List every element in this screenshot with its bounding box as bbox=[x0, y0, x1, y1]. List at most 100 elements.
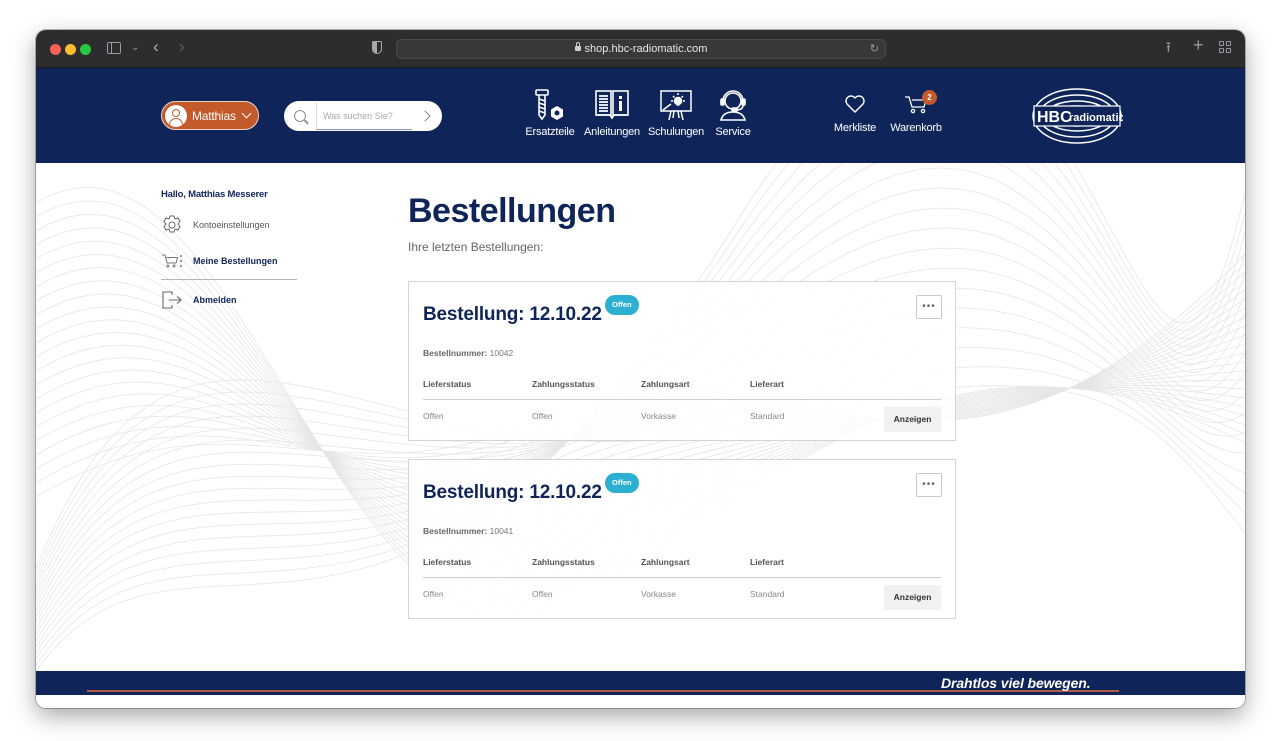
zoom-window-button[interactable] bbox=[80, 44, 91, 55]
footer-slogan: Drahtlos viel bewegen. bbox=[941, 675, 1091, 691]
more-options-button[interactable]: ••• bbox=[916, 295, 942, 319]
nav-anleitungen[interactable]: Anleitungen bbox=[583, 86, 641, 138]
table-header: Lieferstatus Zahlungsstatus Zahlungsart … bbox=[423, 557, 941, 578]
svg-text:HBC: HBC bbox=[1037, 109, 1072, 126]
sidebar-item-abmelden[interactable]: Abmelden bbox=[161, 282, 297, 318]
order-number-label: Bestellnummer: bbox=[423, 526, 488, 536]
search-input[interactable] bbox=[316, 102, 412, 130]
order-number-value: 10041 bbox=[489, 526, 514, 536]
address-bar[interactable]: shop.hbc-radiomatic.com ↻ bbox=[396, 39, 886, 59]
greeting-text: Hallo, Matthias Messerer bbox=[161, 189, 268, 200]
column-header: Lieferstatus bbox=[423, 557, 472, 567]
footer-bottom-strip bbox=[36, 695, 1245, 708]
sidebar-icon[interactable] bbox=[107, 42, 121, 54]
table-cell: Offen bbox=[423, 589, 444, 599]
order-number-value: 10042 bbox=[489, 348, 514, 358]
nav-label: Anleitungen bbox=[584, 126, 640, 138]
column-header: Zahlungsstatus bbox=[532, 379, 595, 389]
nav-schulungen[interactable]: Schulungen bbox=[648, 86, 704, 138]
order-card: Bestellung: 12.10.22 Offen ••• Bestellnu… bbox=[408, 281, 956, 441]
search-submit-icon[interactable] bbox=[419, 110, 431, 122]
order-title: Bestellung: 12.10.22 bbox=[423, 482, 602, 503]
logout-icon bbox=[161, 290, 183, 310]
nav-label: Warenkorb bbox=[890, 122, 942, 134]
column-header: Zahlungsart bbox=[641, 379, 690, 389]
share-icon[interactable]: ⭱ bbox=[1166, 40, 1171, 54]
chevron-down-icon bbox=[241, 108, 252, 119]
table-cell: Offen bbox=[532, 589, 553, 599]
order-title: Bestellung: 12.10.22 bbox=[423, 304, 602, 325]
user-icon bbox=[165, 104, 187, 127]
cart-icon: 2 bbox=[888, 88, 944, 120]
close-window-button[interactable] bbox=[50, 44, 61, 55]
headset-support-icon bbox=[710, 86, 756, 124]
status-badge: Offen bbox=[605, 473, 639, 493]
column-header: Lieferart bbox=[750, 557, 785, 567]
reload-icon[interactable]: ↻ bbox=[870, 40, 879, 58]
sidebar-item-label: Kontoeinstellungen bbox=[193, 220, 270, 230]
nav-warenkorb[interactable]: 2 Warenkorb bbox=[888, 88, 944, 134]
more-options-button[interactable]: ••• bbox=[916, 473, 942, 497]
chevron-down-icon[interactable]: ⌄ bbox=[131, 41, 139, 55]
minimize-window-button[interactable] bbox=[65, 44, 76, 55]
table-row: Offen Offen Vorkasse Standard Anzeigen bbox=[423, 400, 941, 432]
site-header: Matthias Ersatzteile bbox=[36, 68, 1245, 163]
show-order-button[interactable]: Anzeigen bbox=[884, 407, 941, 432]
column-header: Zahlungsstatus bbox=[532, 557, 595, 567]
svg-text:radiomatic: radiomatic bbox=[1069, 112, 1123, 124]
forward-icon[interactable]: › bbox=[179, 38, 185, 55]
site-footer: Drahtlos viel bewegen. bbox=[36, 671, 1245, 695]
screw-nut-icon bbox=[523, 86, 577, 124]
order-card: Bestellung: 12.10.22 Offen ••• Bestellnu… bbox=[408, 459, 956, 619]
privacy-shield-icon[interactable] bbox=[372, 41, 382, 54]
nav-label: Ersatzteile bbox=[525, 126, 575, 138]
order-number: Bestellnummer: 10042 bbox=[423, 348, 513, 358]
url-text: shop.hbc-radiomatic.com bbox=[584, 43, 708, 55]
account-sidebar: Hallo, Matthias Messerer Kontoeinstellun… bbox=[161, 189, 297, 318]
page-subtitle: Ihre letzten Bestellungen: bbox=[408, 240, 544, 254]
nav-label: Schulungen bbox=[648, 126, 705, 138]
nav-label: Merkliste bbox=[833, 122, 877, 134]
browser-window: ⌄ ‹ › shop.hbc-radiomatic.com ↻ ⭱ + Matt… bbox=[36, 30, 1245, 708]
order-number-label: Bestellnummer: bbox=[423, 348, 488, 358]
column-header: Lieferart bbox=[750, 379, 785, 389]
heart-icon bbox=[830, 88, 880, 120]
training-presentation-icon bbox=[648, 86, 704, 124]
order-number: Bestellnummer: 10041 bbox=[423, 526, 513, 536]
nav-ersatzteile[interactable]: Ersatzteile bbox=[523, 86, 577, 138]
cart-count-badge: 2 bbox=[922, 90, 937, 105]
browser-toolbar: ⌄ ‹ › shop.hbc-radiomatic.com ↻ ⭱ + bbox=[36, 30, 1245, 68]
user-name: Matthias bbox=[192, 108, 236, 123]
table-cell: Standard bbox=[750, 589, 785, 599]
sidebar-item-kontoeinstellungen[interactable]: Kontoeinstellungen bbox=[161, 207, 297, 243]
page-title: Bestellungen bbox=[408, 192, 616, 230]
nav-service[interactable]: Service bbox=[710, 86, 756, 138]
search-icon bbox=[294, 110, 306, 122]
hbc-radiomatic-logo[interactable]: HBC radiomatic bbox=[1031, 87, 1125, 145]
order-details-table: Lieferstatus Zahlungsstatus Zahlungsart … bbox=[423, 557, 941, 610]
cart-list-icon bbox=[161, 251, 183, 271]
user-menu-button[interactable]: Matthias bbox=[161, 101, 259, 130]
table-row: Offen Offen Vorkasse Standard Anzeigen bbox=[423, 578, 941, 610]
table-cell: Vorkasse bbox=[641, 589, 676, 599]
tab-overview-icon[interactable] bbox=[1219, 41, 1231, 53]
sidebar-item-label: Abmelden bbox=[193, 295, 237, 305]
column-header: Zahlungsart bbox=[641, 557, 690, 567]
search-box bbox=[284, 101, 442, 131]
sidebar-item-label: Meine Bestellungen bbox=[193, 256, 278, 266]
table-header: Lieferstatus Zahlungsstatus Zahlungsart … bbox=[423, 379, 941, 400]
show-order-button[interactable]: Anzeigen bbox=[884, 585, 941, 610]
content-area: Hallo, Matthias Messerer Kontoeinstellun… bbox=[36, 163, 1245, 671]
table-cell: Offen bbox=[423, 411, 444, 421]
new-tab-icon[interactable]: + bbox=[1193, 36, 1204, 54]
order-details-table: Lieferstatus Zahlungsstatus Zahlungsart … bbox=[423, 379, 941, 432]
manual-book-icon bbox=[583, 86, 641, 124]
gear-icon bbox=[161, 215, 183, 235]
orders-main: Bestellungen Ihre letzten Bestellungen: … bbox=[408, 191, 956, 619]
nav-merkliste[interactable]: Merkliste bbox=[830, 88, 880, 134]
table-cell: Vorkasse bbox=[641, 411, 676, 421]
table-cell: Offen bbox=[532, 411, 553, 421]
sidebar-item-meine-bestellungen[interactable]: Meine Bestellungen bbox=[161, 243, 297, 279]
column-header: Lieferstatus bbox=[423, 379, 472, 389]
back-icon[interactable]: ‹ bbox=[153, 38, 159, 55]
